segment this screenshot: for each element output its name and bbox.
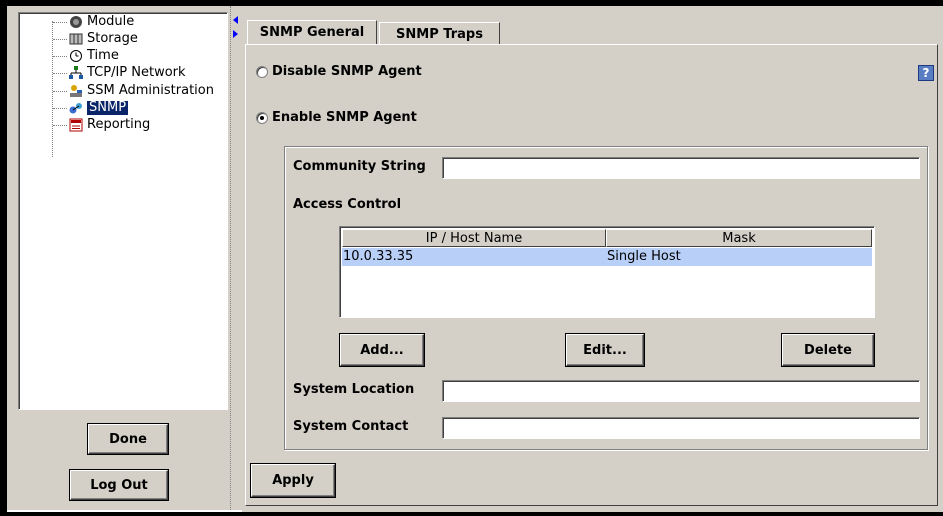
- tree-item-time[interactable]: Time: [53, 47, 119, 65]
- tree-item-label: SNMP: [87, 100, 129, 115]
- done-button[interactable]: Done: [88, 424, 168, 454]
- disable-agent-option[interactable]: Disable SNMP Agent: [256, 64, 422, 79]
- window-frame-left: [0, 0, 7, 516]
- access-control-label: Access Control: [293, 197, 402, 212]
- panel-splitter[interactable]: [230, 6, 242, 510]
- community-string-field[interactable]: [442, 157, 920, 179]
- tab-snmp-traps[interactable]: SNMP Traps: [379, 22, 500, 45]
- window-frame-bottom: [0, 512, 943, 516]
- tree-item-snmp[interactable]: SNMP: [53, 99, 129, 117]
- logout-button-border: Log Out: [69, 469, 169, 501]
- add-button-border: Add...: [339, 333, 425, 367]
- tree-connector: [53, 107, 67, 109]
- clock-icon: [70, 50, 82, 62]
- access-control-table[interactable]: IP / Host Name Mask 10.0.33.35 Single Ho…: [339, 226, 875, 318]
- tree-item-label: Reporting: [87, 117, 151, 132]
- disable-agent-radio[interactable]: [256, 65, 268, 78]
- tree-connector: [53, 124, 67, 126]
- tree-item-label: Module: [87, 14, 135, 29]
- delete-button-border: Delete: [781, 333, 875, 367]
- snmp-icon: [69, 103, 82, 114]
- tree-item-ssm-administration[interactable]: SSM Administration: [53, 82, 214, 100]
- column-header-mask[interactable]: Mask: [606, 229, 872, 247]
- enable-agent-label: Enable SNMP Agent: [272, 110, 417, 125]
- enable-agent-radio[interactable]: [256, 111, 268, 124]
- column-header-ip-host[interactable]: IP / Host Name: [342, 229, 606, 247]
- expand-right-icon[interactable]: [233, 30, 238, 38]
- done-button-border: Done: [87, 423, 169, 455]
- storage-icon: [69, 33, 83, 45]
- module-icon: [70, 16, 82, 28]
- tree-item-reporting[interactable]: Reporting: [53, 116, 150, 134]
- apply-button[interactable]: Apply: [251, 464, 335, 497]
- tree-item-module[interactable]: Module: [53, 13, 134, 31]
- edit-button[interactable]: Edit...: [566, 334, 644, 366]
- cell-mask: Single Host: [607, 249, 681, 264]
- tree-item-label: Storage: [87, 31, 138, 46]
- add-button[interactable]: Add...: [340, 334, 424, 366]
- system-location-field[interactable]: [442, 380, 920, 402]
- tree-connector: [53, 38, 67, 40]
- collapse-left-icon[interactable]: [233, 16, 238, 24]
- tree-connector: [53, 55, 67, 57]
- apply-button-border: Apply: [250, 463, 336, 498]
- tree-item-storage[interactable]: Storage: [53, 30, 138, 48]
- help-icon[interactable]: ?: [918, 65, 934, 81]
- system-location-label: System Location: [293, 382, 415, 397]
- disable-agent-label: Disable SNMP Agent: [272, 64, 422, 79]
- cell-ip-host: 10.0.33.35: [343, 249, 414, 264]
- logout-button[interactable]: Log Out: [70, 470, 168, 500]
- tree-connector: [53, 72, 67, 74]
- reporting-icon: [69, 118, 83, 132]
- edit-button-border: Edit...: [565, 333, 645, 367]
- system-contact-label: System Contact: [293, 419, 409, 434]
- network-icon: [69, 66, 83, 79]
- tree-item-tcpip-network[interactable]: TCP/IP Network: [53, 64, 186, 82]
- community-string-label: Community String: [293, 159, 426, 174]
- enable-agent-option[interactable]: Enable SNMP Agent: [256, 110, 417, 125]
- system-contact-field[interactable]: [442, 417, 920, 439]
- tree-connector: [53, 21, 67, 23]
- tree-item-label: TCP/IP Network: [87, 65, 186, 80]
- navigation-tree[interactable]: Module Storage Time TCP/IP Network SSM A…: [18, 12, 228, 410]
- tree-item-label: Time: [87, 48, 119, 63]
- tab-snmp-general[interactable]: SNMP General: [247, 20, 377, 44]
- delete-button[interactable]: Delete: [782, 334, 874, 366]
- table-row[interactable]: 10.0.33.35 Single Host: [342, 248, 872, 266]
- tree-item-label: SSM Administration: [87, 83, 214, 98]
- tree-connector: [53, 90, 67, 92]
- admin-icon: [70, 85, 82, 97]
